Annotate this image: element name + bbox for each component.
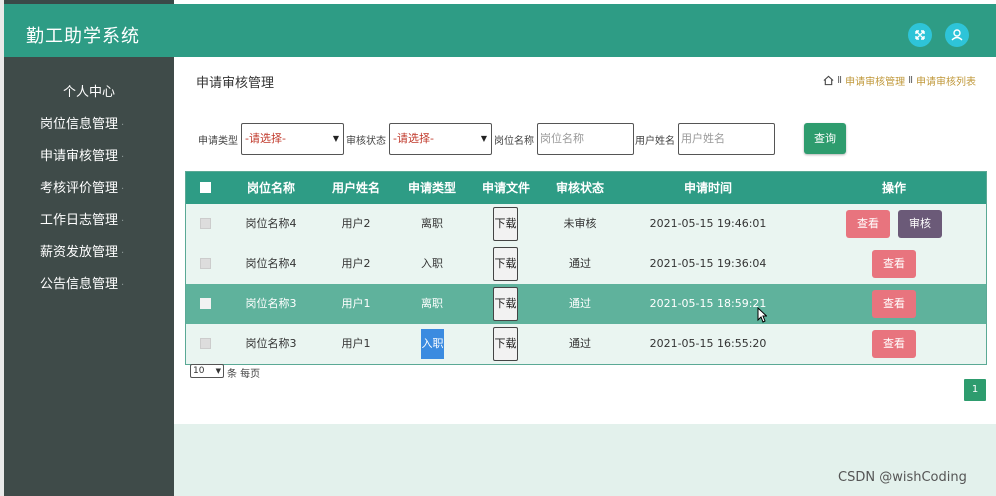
table-row: 岗位名称3 用户1 离职 下载 通过 2021-05-15 18:59:21 查… xyxy=(186,284,986,324)
user-name-cell: 用户1 xyxy=(341,297,371,310)
status-cell: 未审核 xyxy=(563,217,597,230)
column-header: 申请文件 xyxy=(481,181,530,195)
row-checkbox[interactable] xyxy=(200,218,211,229)
apply-type-select[interactable]: -请选择- ▼ xyxy=(241,123,344,155)
page-size-select[interactable]: 10 ▼ xyxy=(190,364,224,378)
page-size-value: 10 xyxy=(193,366,205,376)
sidebar-item-post-info[interactable]: 岗位信息管理 xyxy=(4,113,174,132)
column-header: 操作 xyxy=(881,181,906,195)
sidebar: 个人中心 岗位信息管理 申请审核管理 考核评价管理 工作日志管理 薪资发放管理 … xyxy=(4,57,174,496)
view-button[interactable]: 查看 xyxy=(872,250,916,278)
status-cell: 通过 xyxy=(569,297,591,310)
breadcrumb-item[interactable]: 申请审核管理 xyxy=(845,73,905,88)
post-name-cell: 岗位名称4 xyxy=(245,217,297,230)
top-header: 勤工助学系统 xyxy=(4,4,996,57)
post-name-cell: 岗位名称4 xyxy=(245,257,297,270)
sidebar-item-work-log[interactable]: 工作日志管理 xyxy=(4,209,174,228)
view-button[interactable]: 查看 xyxy=(872,290,916,318)
time-cell: 2021-05-15 16:55:20 xyxy=(649,337,767,350)
app-title: 勤工助学系统 xyxy=(26,26,140,47)
time-cell: 2021-05-15 19:36:04 xyxy=(649,257,767,270)
application-table: 岗位名称 用户姓名 申请类型 申请文件 审核状态 申请时间 操作 岗位名称4 用… xyxy=(185,171,987,365)
sidebar-item-profile[interactable]: 个人中心 xyxy=(4,81,174,100)
sidebar-item-notice[interactable]: 公告信息管理 xyxy=(4,273,174,292)
search-button[interactable]: 查询 xyxy=(804,123,846,154)
column-header: 审核状态 xyxy=(555,181,604,195)
row-checkbox[interactable] xyxy=(200,258,211,269)
post-name-label: 岗位名称 xyxy=(494,136,534,147)
user-name-cell: 用户2 xyxy=(341,217,371,230)
user-name-cell: 用户1 xyxy=(341,337,371,350)
post-name-cell: 岗位名称3 xyxy=(245,297,297,310)
mouse-cursor-icon xyxy=(757,307,767,323)
breadcrumb-item-current: 申请审核列表 xyxy=(916,77,976,88)
chevron-down-icon: ▼ xyxy=(480,134,487,143)
chevron-down-icon: ▼ xyxy=(332,134,339,143)
home-icon[interactable] xyxy=(823,75,834,86)
apply-type-cell: 离职 xyxy=(421,297,443,310)
time-cell: 2021-05-15 19:46:01 xyxy=(649,217,767,230)
user-name-cell: 用户2 xyxy=(341,257,371,270)
audit-status-label: 审核状态 xyxy=(346,136,386,147)
time-cell: 2021-05-15 18:59:21 xyxy=(649,297,767,310)
table-row: 岗位名称4 用户2 离职 下载 未审核 2021-05-15 19:46:01 … xyxy=(186,204,986,244)
apply-type-cell: 离职 xyxy=(421,217,443,230)
per-page-label: 条 每页 xyxy=(227,369,261,380)
breadcrumb-separator: Ⅱ xyxy=(837,75,843,86)
table-header: 岗位名称 用户姓名 申请类型 申请文件 审核状态 申请时间 操作 xyxy=(186,172,986,204)
column-header: 申请类型 xyxy=(407,181,456,195)
table-row: 岗位名称3 用户1 入职 下载 通过 2021-05-15 16:55:20 查… xyxy=(186,324,986,364)
view-button[interactable]: 查看 xyxy=(872,330,916,358)
download-button[interactable]: 下载 xyxy=(493,247,518,281)
download-button[interactable]: 下载 xyxy=(493,207,518,241)
column-header: 岗位名称 xyxy=(246,181,295,195)
page-number-button[interactable]: 1 xyxy=(964,379,986,401)
apply-type-value: -请选择- xyxy=(245,132,286,145)
watermark: CSDN @wishCoding xyxy=(838,470,967,485)
user-name-input[interactable]: 用户姓名 xyxy=(678,123,775,155)
table-row: 岗位名称4 用户2 入职 下载 通过 2021-05-15 19:36:04 查… xyxy=(186,244,986,284)
chevron-down-icon: ▼ xyxy=(215,367,221,375)
audit-button[interactable]: 审核 xyxy=(898,210,942,238)
sidebar-item-salary[interactable]: 薪资发放管理 xyxy=(4,241,174,260)
breadcrumb: Ⅱ 申请审核管理 Ⅱ 申请审核列表 xyxy=(823,73,976,88)
column-header: 用户姓名 xyxy=(331,181,380,195)
download-button[interactable]: 下载 xyxy=(493,287,518,321)
apply-type-label: 申请类型 xyxy=(198,136,238,147)
sidebar-item-evaluation[interactable]: 考核评价管理 xyxy=(4,177,174,196)
audit-status-select[interactable]: -请选择- ▼ xyxy=(389,123,492,155)
audit-status-value: -请选择- xyxy=(393,132,434,145)
user-icon[interactable] xyxy=(945,23,969,47)
apply-type-cell-selected: 入职 xyxy=(421,329,444,359)
post-name-input[interactable]: 岗位名称 xyxy=(537,123,634,155)
row-checkbox[interactable] xyxy=(200,298,211,309)
download-button[interactable]: 下载 xyxy=(493,327,518,361)
sidebar-item-application-audit[interactable]: 申请审核管理 xyxy=(4,145,174,164)
view-button[interactable]: 查看 xyxy=(846,210,890,238)
page-title: 申请审核管理 xyxy=(196,76,275,91)
user-name-label: 用户姓名 xyxy=(635,136,675,147)
status-cell: 通过 xyxy=(569,257,591,270)
apply-type-cell: 入职 xyxy=(421,257,443,270)
breadcrumb-separator: Ⅱ xyxy=(908,75,913,86)
column-header: 申请时间 xyxy=(683,181,732,195)
fullscreen-icon[interactable] xyxy=(908,23,932,47)
select-all-checkbox[interactable] xyxy=(200,182,211,193)
post-name-cell: 岗位名称3 xyxy=(245,337,297,350)
row-checkbox[interactable] xyxy=(200,338,211,349)
content-footer-area xyxy=(174,424,996,496)
status-cell: 通过 xyxy=(569,337,591,350)
